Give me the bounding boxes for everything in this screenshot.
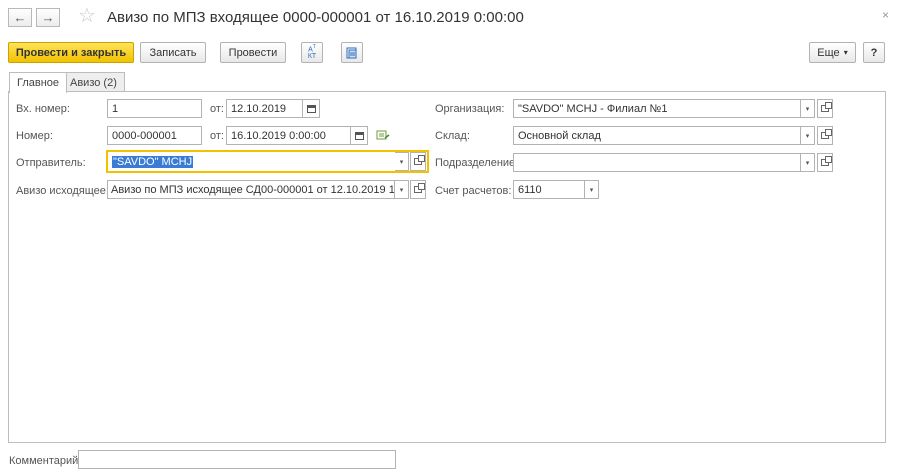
sender-open-button[interactable] [410,152,426,171]
report-icon [346,47,357,58]
organization-label: Организация: [435,103,505,115]
account-dropdown-button[interactable]: ▾ [585,180,599,199]
back-button[interactable]: ← [8,8,32,27]
number-date-field[interactable]: 16.10.2019 0:00:00 [226,126,351,145]
comment-label: Комментарий: [9,455,82,467]
arrow-left-icon: ← [13,10,27,25]
incoming-date-label: от: [210,103,224,115]
chevron-down-icon: ▾ [805,132,810,140]
chevron-down-icon: ▾ [589,186,594,194]
incoming-date-field[interactable]: 12.10.2019 [226,99,303,118]
number-date-calendar-button[interactable] [350,126,368,145]
favorite-star-icon[interactable]: ☆ [78,6,96,26]
forward-button[interactable]: → [36,8,60,27]
incoming-number-label: Вх. номер: [16,103,70,115]
outgoing-notice-dropdown-button[interactable]: ▾ [395,180,409,199]
number-date-label: от: [210,130,224,142]
tab-notice[interactable]: Авизо (2) [62,72,125,92]
help-button[interactable]: ? [863,42,885,63]
edit-number-icon [376,130,390,140]
department-field[interactable] [513,153,801,172]
open-icon [821,129,832,139]
department-open-button[interactable] [817,153,833,172]
chevron-down-icon: ▾ [399,186,404,194]
post-button[interactable]: Провести [220,42,286,63]
incoming-number-field[interactable]: 1 [107,99,202,118]
more-label: Еще [817,46,840,59]
outgoing-notice-open-button[interactable] [410,180,426,199]
dt-kt-button[interactable]: АТ КТ [301,42,323,63]
sender-dropdown-button[interactable]: ▾ [395,152,409,171]
outgoing-notice-field[interactable]: Авизо по МПЗ исходящее СД00-000001 от 12… [107,180,395,199]
warehouse-dropdown-button[interactable]: ▾ [801,126,815,145]
warehouse-field[interactable]: Основной склад [513,126,801,145]
department-dropdown-button[interactable]: ▾ [801,153,815,172]
warehouse-open-button[interactable] [817,126,833,145]
account-label: Счет расчетов: [435,185,512,197]
number-field[interactable]: 0000-000001 [107,126,202,145]
open-icon [821,156,832,166]
open-icon [414,155,425,165]
sender-value: "SAVDO" MCHJ [112,155,194,168]
calendar-icon [306,104,316,113]
incoming-date-calendar-button[interactable] [302,99,320,118]
open-icon [821,102,832,112]
organization-open-button[interactable] [817,99,833,118]
account-field[interactable]: 6110 [513,180,585,199]
dt-kt-icon: АТ КТ [307,43,317,61]
number-edit-button[interactable] [376,129,390,144]
chevron-down-icon: ▾ [805,159,810,167]
chevron-down-icon: ▾ [843,48,848,57]
number-label: Номер: [16,130,53,142]
report-button[interactable] [341,42,363,63]
sender-field[interactable]: "SAVDO" MCHJ [106,150,429,173]
calendar-icon [354,131,364,140]
comment-field[interactable] [78,450,396,469]
chevron-down-icon: ▾ [805,105,810,113]
more-button[interactable]: Еще ▾ [809,42,856,63]
outgoing-notice-label: Авизо исходящее: [16,185,109,197]
open-icon [414,183,425,193]
save-button[interactable]: Записать [140,42,206,63]
department-label: Подразделение: [435,157,519,169]
chevron-down-icon: ▾ [399,158,404,166]
post-and-close-button[interactable]: Провести и закрыть [8,42,134,63]
close-icon[interactable]: × [882,8,889,22]
organization-field[interactable]: "SAVDO" MCHJ - Филиал №1 [513,99,801,118]
organization-dropdown-button[interactable]: ▾ [801,99,815,118]
warehouse-label: Склад: [435,130,470,142]
window-title: Авизо по МПЗ входящее 0000-000001 от 16.… [107,9,524,26]
sender-label: Отправитель: [16,157,86,169]
tab-main[interactable]: Главное [9,72,68,93]
arrow-right-icon: → [41,10,55,25]
